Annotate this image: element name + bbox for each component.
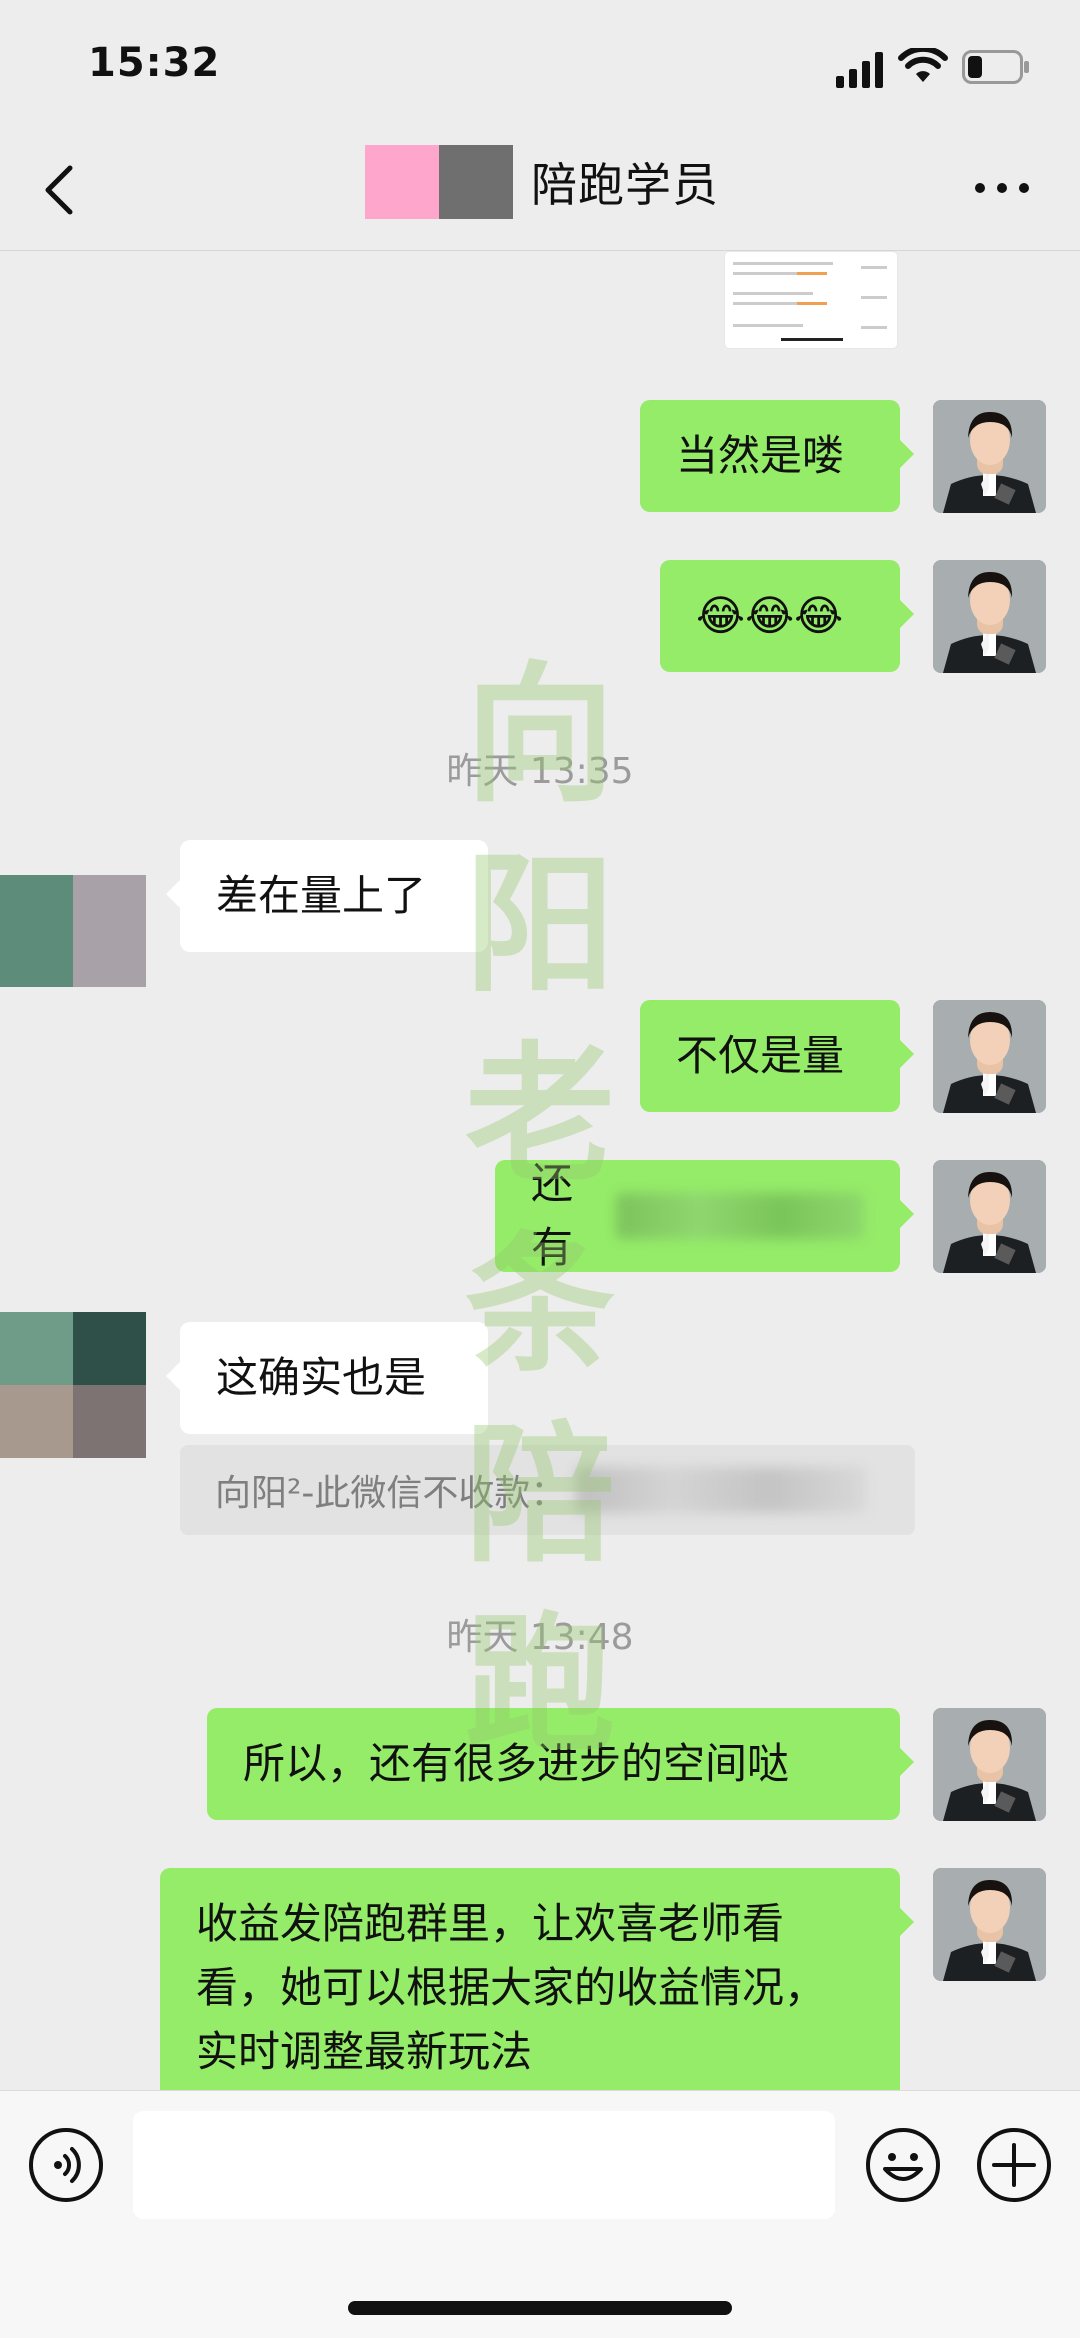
incoming-message[interactable]: 差在量上了 [166,840,488,952]
home-indicator[interactable] [348,2301,732,2315]
wifi-icon [898,48,948,82]
title-mosaic-block [365,145,439,219]
message-text: 收益发陪跑群里，让欢喜老师看看，她可以根据大家的收益情况，实时调整最新玩法 [196,1899,827,2076]
blurred-text [576,1467,867,1513]
blurred-text [615,1193,864,1239]
message-text: 差在量上了 [216,871,427,920]
avatar[interactable] [933,1000,1046,1113]
outgoing-message[interactable]: 😂😂😂 [660,560,914,672]
avatar[interactable] [933,560,1046,673]
image-message-thumbnail[interactable] [725,252,897,348]
message-input[interactable] [133,2111,835,2219]
outgoing-message[interactable]: 所以，还有很多进步的空间哒 [207,1708,914,1820]
chat-title-text: 陪跑学员 [531,158,719,212]
quoted-message[interactable]: 向阳²-此微信不收款： [180,1445,915,1535]
message-text: 不仅是量 [676,1031,845,1080]
outgoing-message[interactable]: 还有 [495,1159,914,1272]
avatar[interactable] [933,1160,1046,1273]
avatar[interactable] [0,1312,146,1458]
back-arrow-icon[interactable] [40,162,80,218]
message-text: 😂😂😂 [696,591,844,640]
outgoing-message[interactable]: 收益发陪跑群里，让欢喜老师看看，她可以根据大家的收益情况，实时调整最新玩法 [160,1868,914,2090]
avatar[interactable] [933,400,1046,513]
chat-title[interactable]: 陪跑学员 [365,145,719,219]
voice-input-icon[interactable] [28,2127,104,2203]
status-bar: 15:32 [0,0,1080,130]
battery-icon [962,50,1029,84]
outgoing-message[interactable]: 不仅是量 [640,1000,914,1112]
avatar[interactable] [933,1708,1046,1821]
incoming-message[interactable]: 这确实也是 [166,1322,488,1434]
add-attachment-icon[interactable] [976,2127,1052,2203]
message-list[interactable]: 当然是喽 😂😂😂 昨天 13:35 差在量上了 不仅是量 还有 这确实也是 向阳… [0,250,1080,2090]
chat-header: 陪跑学员 [0,130,1080,251]
message-text: 这确实也是 [216,1353,427,1402]
emoji-icon[interactable] [865,2127,941,2203]
cellular-signal-icon [836,52,883,88]
more-options-icon[interactable] [972,176,1032,200]
timestamp: 昨天 13:48 [446,1617,634,1658]
avatar[interactable] [0,875,146,987]
input-bar [0,2090,1080,2338]
avatar[interactable] [933,1868,1046,1981]
status-time: 15:32 [88,40,221,86]
timestamp: 昨天 13:35 [446,751,634,792]
message-text: 所以，还有很多进步的空间哒 [243,1739,790,1788]
title-mosaic-block [439,145,513,219]
message-text: 还有 [531,1159,574,1272]
quote-text: 向阳²-此微信不收款： [215,1473,567,1514]
message-text: 当然是喽 [676,431,845,480]
outgoing-message[interactable]: 当然是喽 [640,400,914,512]
